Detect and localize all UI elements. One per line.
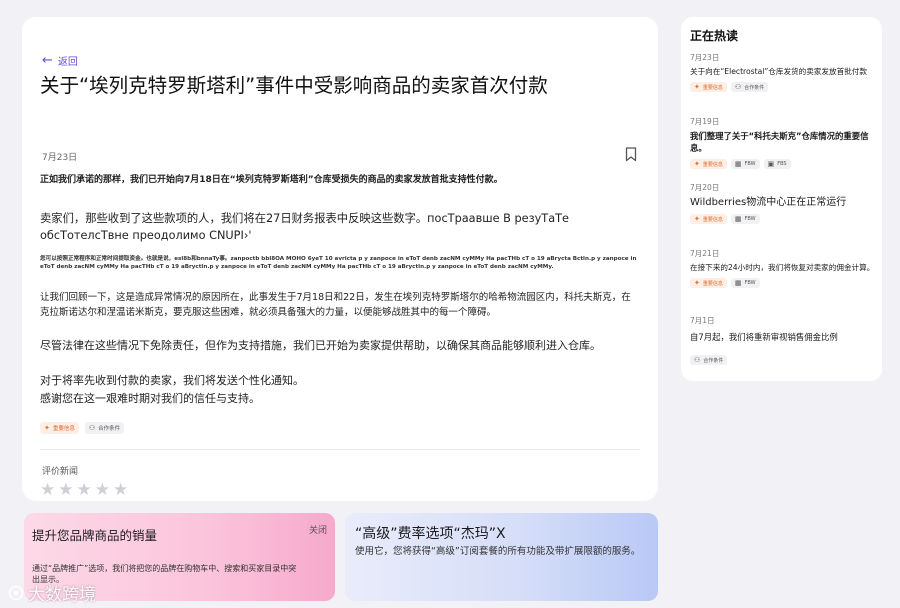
- fire-icon: ✦: [694, 82, 700, 91]
- tag-label: 合作条件: [744, 84, 765, 91]
- rating-stars: ★ ★ ★ ★ ★: [40, 482, 128, 499]
- article-paragraph: 让我们回顾一下，这是造成异常情况的原因所在，此事发生于7月18日和22日，发生在…: [40, 292, 631, 318]
- article-paragraph: 卖家们，那些收到了这些款项的人，我们将在27日财务报表中反映这些数字。посТр…: [40, 212, 569, 242]
- divider: [40, 449, 640, 450]
- fire-icon: ✦: [694, 278, 700, 287]
- news-date: 7月1日: [690, 316, 715, 325]
- tag-fbw[interactable]: ▦ FBW: [730, 159, 760, 169]
- news-headline: 在接下来的24小时内，我们将恢复对卖家的佣金计算。: [690, 263, 875, 272]
- article-date: 7月23日: [42, 153, 78, 163]
- tag-fbw[interactable]: ▦ FBW: [730, 214, 760, 224]
- news-item[interactable]: 7月21日 在接下来的24小时内，我们将恢复对卖家的佣金计算。 ✦ 重要信息 ▦ F…: [690, 249, 876, 288]
- article-paragraph: 您可以按照正常程序和正常时间提取资金。也就是说，esl8b和bnnaTy事。za…: [40, 256, 637, 270]
- tag-important[interactable]: ✦ 重要信息: [690, 278, 727, 288]
- fire-icon: ✦: [44, 423, 50, 432]
- fire-icon: ✦: [694, 214, 700, 223]
- article-paragraph: 正如我们承诺的那样，我们已开始向7月18日在“埃列克特罗斯塔利”仓库受损失的商品…: [40, 175, 503, 185]
- tag-important[interactable]: ✦ 重要信息: [690, 159, 727, 169]
- tag-label: 重要信息: [702, 216, 723, 223]
- tag-label: FBW: [744, 280, 756, 286]
- tag-important[interactable]: ✦ 重要信息: [690, 214, 727, 224]
- bookmark-icon[interactable]: [625, 147, 637, 162]
- news-headline: 我们整理了关于“科托夫斯克”仓库情况的重要信息。: [690, 131, 869, 153]
- premium-promo-card[interactable]: “高级”费率选项“杰玛”X 使用它，您将获得“高级”订阅套餐的所有功能及带扩展限…: [345, 513, 658, 601]
- tag-label: 重要信息: [52, 426, 75, 432]
- page-title: 关于“埃列克特罗斯塔利”事件中受影响商品的卖家首次付款: [40, 74, 548, 97]
- news-date: 7月23日: [690, 53, 720, 62]
- article-paragraph: 对于将率先收到付款的卖家，我们将发送个性化通知。: [40, 374, 304, 387]
- tag-label: FBS: [777, 161, 787, 167]
- tag-label: 合作条件: [703, 357, 724, 364]
- news-date: 7月20日: [690, 183, 720, 192]
- trending-sidebar: 正在热读 7月23日 关于向在“Electrostal”仓库发货的卖家发放首批付…: [681, 17, 882, 381]
- watermark-logo-icon: [8, 585, 24, 600]
- tag-fbs[interactable]: ▣ FBS: [763, 159, 791, 169]
- tag-important[interactable]: ✦ 重要信息: [690, 82, 727, 92]
- tag-partner[interactable]: ⚇ 合作条件: [84, 422, 125, 434]
- back-label: 返回: [57, 57, 78, 68]
- article-card: ← 返回 关于“埃列克特罗斯塔利”事件中受影响商品的卖家首次付款 7月23日 正…: [22, 17, 658, 501]
- promo-description: 使用它，您将获得“高级”订阅套餐的所有功能及带扩展限额的服务。: [355, 546, 641, 557]
- star-icon[interactable]: ★: [95, 482, 110, 499]
- news-headline: Wildberries物流中心正在正常运行: [690, 197, 847, 208]
- star-icon[interactable]: ★: [58, 482, 73, 499]
- box-icon: ▣: [767, 159, 775, 168]
- news-headline: 关于向在“Electrostal”仓库发货的卖家发放首批付款: [690, 67, 867, 76]
- tag-label: 合作条件: [98, 426, 121, 432]
- handshake-icon: ⚇: [694, 355, 701, 364]
- watermark-text: 大数跨境: [28, 585, 96, 605]
- arrow-left-icon: ←: [42, 52, 53, 68]
- tag-important[interactable]: ✦ 重要信息: [40, 422, 79, 434]
- news-date: 7月21日: [690, 249, 720, 258]
- tag-fbw[interactable]: ▦ FBW: [730, 278, 760, 288]
- star-icon[interactable]: ★: [40, 482, 55, 499]
- promo-title: “高级”费率选项“杰玛”X: [355, 526, 506, 542]
- news-item[interactable]: 7月19日 我们整理了关于“科托夫斯克”仓库情况的重要信息。 ✦ 重要信息 ▦ FB…: [690, 117, 876, 169]
- tag-label: 重要信息: [702, 84, 723, 91]
- article-paragraph-group: 对于将率先收到付款的卖家，我们将发送个性化通知。 感谢您在这一艰难时期对我们的信…: [40, 372, 640, 408]
- news-item[interactable]: 7月1日 自7月起，我们将重新审视销售佣金比例 ⚇ 合作条件: [690, 316, 876, 365]
- watermark: 大数跨境: [8, 580, 96, 605]
- promo-title: 提升您品牌商品的销量: [32, 528, 158, 543]
- news-headline: 自7月起，我们将重新审视销售佣金比例: [690, 332, 838, 342]
- handshake-icon: ⚇: [88, 423, 96, 432]
- sidebar-title: 正在热读: [690, 29, 739, 43]
- article-paragraph: 尽管法律在这些情况下免除责任，但作为支持措施，我们已开始为卖家提供帮助，以确保其…: [40, 339, 601, 352]
- article-tags: ✦ 重要信息 ⚇ 合作条件: [40, 422, 125, 434]
- tag-partner[interactable]: ⚇ 合作条件: [690, 355, 728, 365]
- tag-label: FBW: [744, 216, 756, 222]
- handshake-icon: ⚇: [734, 82, 742, 91]
- tag-label: 重要信息: [702, 161, 723, 168]
- tag-label: 重要信息: [702, 280, 723, 287]
- back-link[interactable]: ← 返回: [42, 52, 78, 69]
- warehouse-icon: ▦: [734, 278, 742, 287]
- news-date: 7月19日: [690, 117, 720, 126]
- tag-partner[interactable]: ⚇ 合作条件: [730, 82, 769, 92]
- warehouse-icon: ▦: [734, 159, 742, 168]
- article-paragraph: 感谢您在这一艰难时期对我们的信任与支持。: [40, 392, 260, 405]
- news-item[interactable]: 7月23日 关于向在“Electrostal”仓库发货的卖家发放首批付款 ✦ 重要…: [690, 53, 876, 92]
- star-icon[interactable]: ★: [113, 482, 128, 499]
- star-icon[interactable]: ★: [77, 482, 92, 499]
- warehouse-icon: ▦: [734, 214, 742, 223]
- rate-label: 评价新闻: [42, 467, 79, 477]
- fire-icon: ✦: [694, 159, 700, 168]
- close-button[interactable]: 关闭: [309, 523, 327, 536]
- tag-label: FBW: [744, 161, 756, 167]
- news-item[interactable]: 7月20日 Wildberries物流中心正在正常运行 ✦ 重要信息 ▦ FBW: [690, 183, 876, 224]
